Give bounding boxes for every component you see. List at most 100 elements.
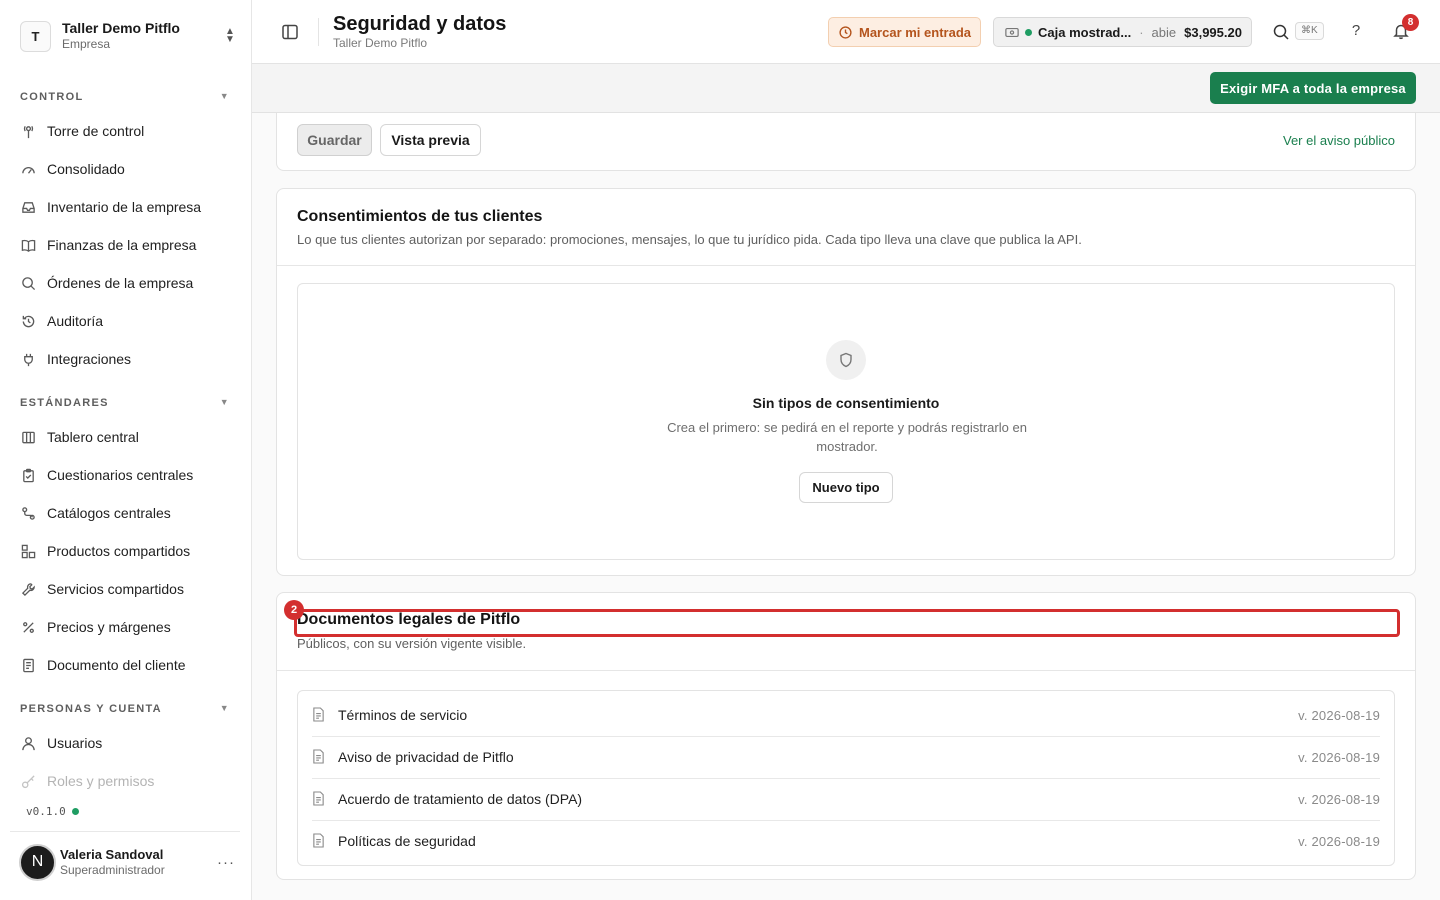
cash-icon xyxy=(1005,27,1019,38)
new-consent-type-button[interactable]: Nuevo tipo xyxy=(799,472,893,503)
divider xyxy=(277,670,1415,671)
document-icon xyxy=(312,833,326,849)
document-icon xyxy=(312,791,326,807)
page-title: Seguridad y datos xyxy=(333,13,507,35)
sidebar-item-catalogos[interactable]: Catálogos centrales xyxy=(20,500,236,526)
sidebar-item-label: Servicios compartidos xyxy=(47,581,184,597)
org-name: Taller Demo Pitflo xyxy=(62,20,180,36)
document-version: v. 2026-08-19 xyxy=(1298,791,1380,807)
document-title: Políticas de seguridad xyxy=(338,833,476,849)
sidebar-item-precios[interactable]: Precios y márgenes xyxy=(20,614,236,640)
document-icon xyxy=(20,657,36,673)
user-name: Valeria Sandoval xyxy=(60,846,164,862)
sidebar-item-label: Documento del cliente xyxy=(47,657,186,673)
sidebar-item-productos[interactable]: Productos compartidos xyxy=(20,538,236,564)
document-version: v. 2026-08-19 xyxy=(1298,707,1380,723)
clock-in-label: Marcar mi entrada xyxy=(859,24,971,40)
org-type: Empresa xyxy=(62,37,111,51)
save-button[interactable]: Guardar xyxy=(297,124,372,156)
avatar: N xyxy=(19,843,56,881)
search-icon[interactable] xyxy=(1272,23,1290,41)
sidebar-toggle-icon[interactable] xyxy=(280,22,300,42)
gauge-icon xyxy=(20,161,36,177)
sidebar-item-integraciones[interactable]: Integraciones xyxy=(20,346,236,372)
empty-title: Sin tipos de consentimiento xyxy=(752,395,940,411)
notification-badge: 8 xyxy=(1402,14,1419,31)
history-icon xyxy=(20,313,36,329)
register-amount: $3,995.20 xyxy=(1184,24,1242,40)
percent-icon xyxy=(20,619,36,635)
document-icon xyxy=(312,749,326,765)
section-title: CONTROL xyxy=(20,91,84,103)
sidebar-item-label: Consolidado xyxy=(47,161,125,177)
sidebar-item-torre-de-control[interactable]: Torre de control xyxy=(20,118,236,144)
user-role: Superadministrador xyxy=(60,862,165,877)
document-icon xyxy=(312,707,326,723)
more-options-icon[interactable]: ··· xyxy=(217,854,235,871)
legal-documents-list: Términos de servicio v. 2026-08-19 Aviso… xyxy=(297,690,1395,866)
document-title: Aviso de privacidad de Pitflo xyxy=(338,749,514,765)
sidebar-item-label: Tablero central xyxy=(47,429,139,445)
user-icon xyxy=(20,735,36,751)
list-item[interactable]: Acuerdo de tratamiento de datos (DPA) v.… xyxy=(312,778,1380,820)
document-title: Acuerdo de tratamiento de datos (DPA) xyxy=(338,791,583,807)
route-icon xyxy=(20,505,36,521)
sidebar-item-usuarios[interactable]: Usuarios xyxy=(20,730,236,756)
chevron-up-down-icon: ▲ ▼ xyxy=(225,26,235,45)
search-icon xyxy=(20,275,36,291)
require-mfa-button[interactable]: Exigir MFA a toda la empresa xyxy=(1210,72,1416,104)
sidebar-item-auditoria[interactable]: Auditoría xyxy=(20,308,236,334)
chevron-down-icon: ▼ xyxy=(219,703,230,713)
sidebar-item-label: Finanzas de la empresa xyxy=(47,237,197,253)
app-version: v0.1.0 xyxy=(26,805,79,818)
sidebar-item-tablero-central[interactable]: Tablero central xyxy=(20,424,236,450)
org-switcher[interactable]: T Taller Demo Pitflo Empresa ▲ ▼ xyxy=(20,20,236,52)
section-control[interactable]: CONTROL ▼ xyxy=(20,91,232,105)
step-marker: 2 xyxy=(284,600,304,620)
public-notice-link[interactable]: Ver el aviso público xyxy=(1283,133,1395,148)
sidebar-item-inventario[interactable]: Inventario de la empresa xyxy=(20,194,236,220)
cash-register-button[interactable]: Caja mostrad... · abie $3,995.20 xyxy=(993,17,1252,47)
main-content: Guardar Vista previa Ver el aviso públic… xyxy=(252,113,1440,900)
user-menu[interactable]: N Valeria Sandoval Superadministrador ··… xyxy=(19,843,235,881)
legal-documents-card: Documentos legales de Pitflo 2 Públicos,… xyxy=(276,592,1416,880)
sidebar-item-finanzas[interactable]: Finanzas de la empresa xyxy=(20,232,236,258)
consents-card: Consentimientos de tus clientes Lo que t… xyxy=(276,188,1416,576)
register-state: abie xyxy=(1151,24,1177,40)
sidebar-item-consolidado[interactable]: Consolidado xyxy=(20,156,236,182)
clock-in-button[interactable]: Marcar mi entrada xyxy=(828,17,981,47)
list-item[interactable]: Políticas de seguridad v. 2026-08-19 xyxy=(312,820,1380,862)
shield-icon xyxy=(826,340,866,380)
sidebar-item-ordenes[interactable]: Órdenes de la empresa xyxy=(20,270,236,296)
sidebar-item-label: Productos compartidos xyxy=(47,543,191,559)
topbar: Seguridad y datos Taller Demo Pitflo Mar… xyxy=(252,0,1440,64)
inbox-icon xyxy=(20,199,36,215)
sidebar-item-roles[interactable]: Roles y permisos xyxy=(20,768,236,794)
key-icon xyxy=(20,773,36,789)
divider xyxy=(10,831,240,832)
status-dot xyxy=(71,808,79,815)
antenna-icon xyxy=(20,123,36,139)
list-item[interactable]: Aviso de privacidad de Pitflo v. 2026-08… xyxy=(312,736,1380,778)
sidebar-item-label: Precios y márgenes xyxy=(47,619,171,635)
preview-button[interactable]: Vista previa xyxy=(380,124,481,156)
list-item[interactable]: Términos de servicio v. 2026-08-19 xyxy=(312,694,1380,736)
chevron-down-icon: ▼ xyxy=(219,397,230,407)
wrench-icon xyxy=(20,581,36,597)
sidebar-item-cuestionarios[interactable]: Cuestionarios centrales xyxy=(20,462,236,488)
search-shortcut: ⌘K xyxy=(1295,22,1324,40)
sidebar-item-label: Órdenes de la empresa xyxy=(47,275,194,291)
clipboard-icon xyxy=(20,467,36,483)
sidebar-item-documento-cliente[interactable]: Documento del cliente xyxy=(20,652,236,678)
sidebar-item-servicios[interactable]: Servicios compartidos xyxy=(20,576,236,602)
document-version: v. 2026-08-19 xyxy=(1298,833,1380,849)
empty-description: Crea el primero: se pedirá en el reporte… xyxy=(667,420,1027,454)
status-dot xyxy=(1025,28,1032,36)
help-icon[interactable]: ? xyxy=(1349,22,1363,39)
register-separator: · xyxy=(1139,24,1144,40)
section-personas[interactable]: PERSONAS Y CUENTA ▼ xyxy=(20,703,232,717)
card-title: Consentimientos de tus clientes xyxy=(297,208,543,225)
sidebar-item-label: Catálogos centrales xyxy=(47,505,171,521)
divider xyxy=(318,18,319,46)
section-estandares[interactable]: ESTÁNDARES ▼ xyxy=(20,397,232,411)
